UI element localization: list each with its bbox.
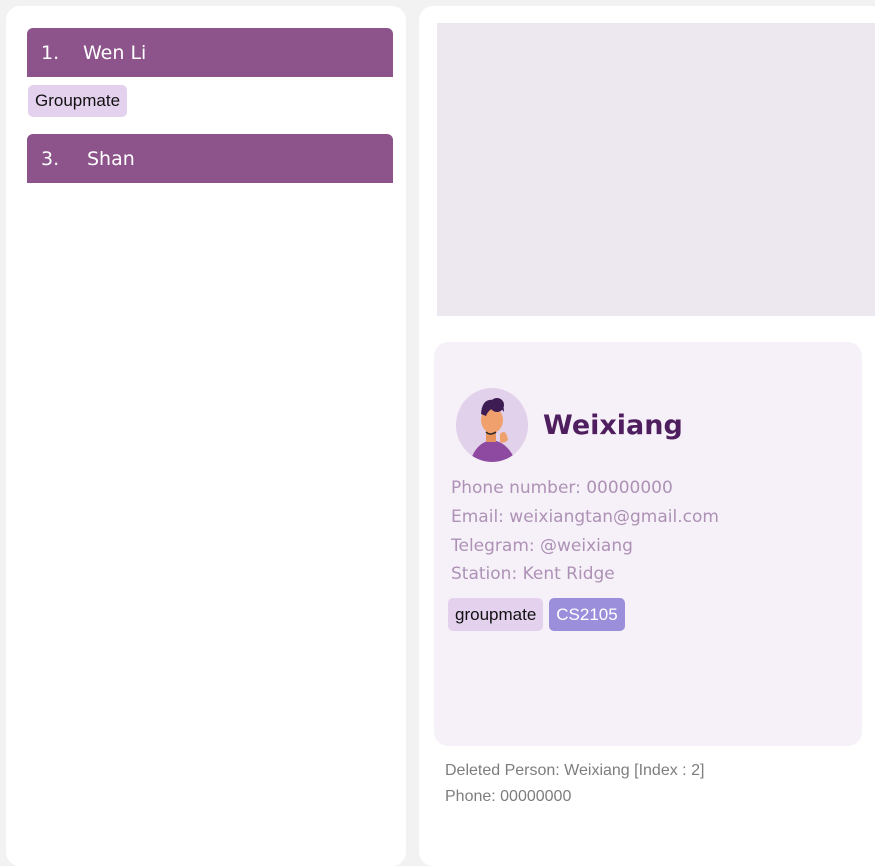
person-index: 3.: [41, 147, 60, 170]
result-message: Phone: 00000000: [445, 788, 572, 805]
image-placeholder: [437, 23, 875, 316]
detail-telegram: Telegram: @weixiang: [451, 536, 633, 556]
detail-email: Email: weixiangtan@gmail.com: [451, 507, 719, 527]
detail-name: Weixiang: [543, 410, 683, 441]
person-card-header[interactable]: 1. Wen Li: [27, 28, 393, 77]
person-card-header[interactable]: 3. Shan: [27, 134, 393, 183]
detail-phone: Phone number: 00000000: [451, 478, 673, 498]
detail-station: Station: Kent Ridge: [451, 564, 615, 584]
person-name: Shan: [87, 147, 135, 170]
person-detail-card: Weixiang Phone number: 00000000 Email: w…: [434, 342, 862, 746]
detail-tag: groupmate: [448, 598, 544, 631]
result-message: Deleted Person: Weixiang [Index : 2]: [445, 762, 705, 779]
detail-panel: Weixiang Phone number: 00000000 Email: w…: [419, 6, 875, 866]
detail-tags: groupmate CS2105: [448, 598, 625, 631]
person-index: 1.: [41, 41, 60, 64]
person-tag: Groupmate: [28, 85, 128, 117]
person-list-panel: 1. Wen Li Groupmate 3. Shan: [6, 6, 406, 866]
detail-tag: CS2105: [549, 598, 625, 631]
avatar-person-icon: [456, 388, 528, 462]
person-name: Wen Li: [83, 41, 147, 64]
